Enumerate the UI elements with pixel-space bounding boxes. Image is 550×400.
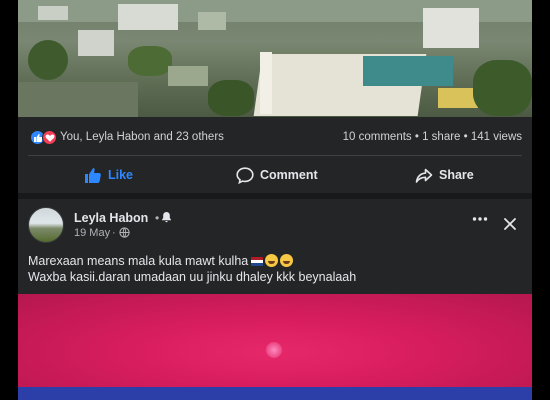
- media-highlight: [266, 342, 282, 358]
- author-separator: •: [155, 211, 160, 225]
- comment-icon: [236, 166, 254, 184]
- post-text-line-2: Waxba kasii.daran umadaan uu jinku dhale…: [28, 270, 357, 284]
- comment-label: Comment: [260, 168, 318, 182]
- action-bar: Like Comment Share: [18, 158, 532, 192]
- post-date[interactable]: 19 May: [74, 227, 110, 239]
- netherlands-flag-icon: [251, 257, 264, 266]
- post-separator: [18, 193, 532, 199]
- like-label: Like: [108, 168, 134, 182]
- bell-icon[interactable]: [161, 211, 172, 223]
- news-feed: You, Leyla Habon and 23 others 10 commen…: [18, 0, 532, 400]
- post-text-line-1: Marexaan means mala kula mawt kulha: [28, 254, 294, 268]
- laughing-emoji-icon: [280, 254, 294, 267]
- share-label: Share: [439, 168, 474, 182]
- divider: [28, 155, 522, 156]
- avatar[interactable]: [28, 207, 64, 243]
- like-button[interactable]: Like: [84, 158, 133, 192]
- comment-button[interactable]: Comment: [236, 158, 318, 192]
- post-text-1: Marexaan means mala kula mawt kulha: [28, 254, 249, 268]
- reaction-icons[interactable]: [30, 130, 58, 145]
- globe-icon: [119, 227, 130, 238]
- reactions-row: You, Leyla Habon and 23 others 10 commen…: [18, 121, 532, 151]
- more-options-icon[interactable]: [472, 216, 488, 222]
- media-bottom-band: [18, 387, 532, 400]
- aerial-city-photo[interactable]: [18, 0, 532, 117]
- date-separator: ·: [112, 227, 116, 239]
- laughing-emoji-icon: [265, 254, 279, 267]
- close-icon[interactable]: [503, 217, 517, 231]
- share-button[interactable]: Share: [415, 158, 474, 192]
- post-author[interactable]: Leyla Habon: [74, 211, 148, 225]
- thumbs-up-icon: [85, 167, 101, 183]
- love-reaction-icon: [42, 130, 57, 145]
- engagement-stats[interactable]: 10 comments • 1 share • 141 views: [343, 131, 522, 143]
- reactions-summary[interactable]: You, Leyla Habon and 23 others: [60, 131, 224, 143]
- share-icon: [415, 168, 433, 183]
